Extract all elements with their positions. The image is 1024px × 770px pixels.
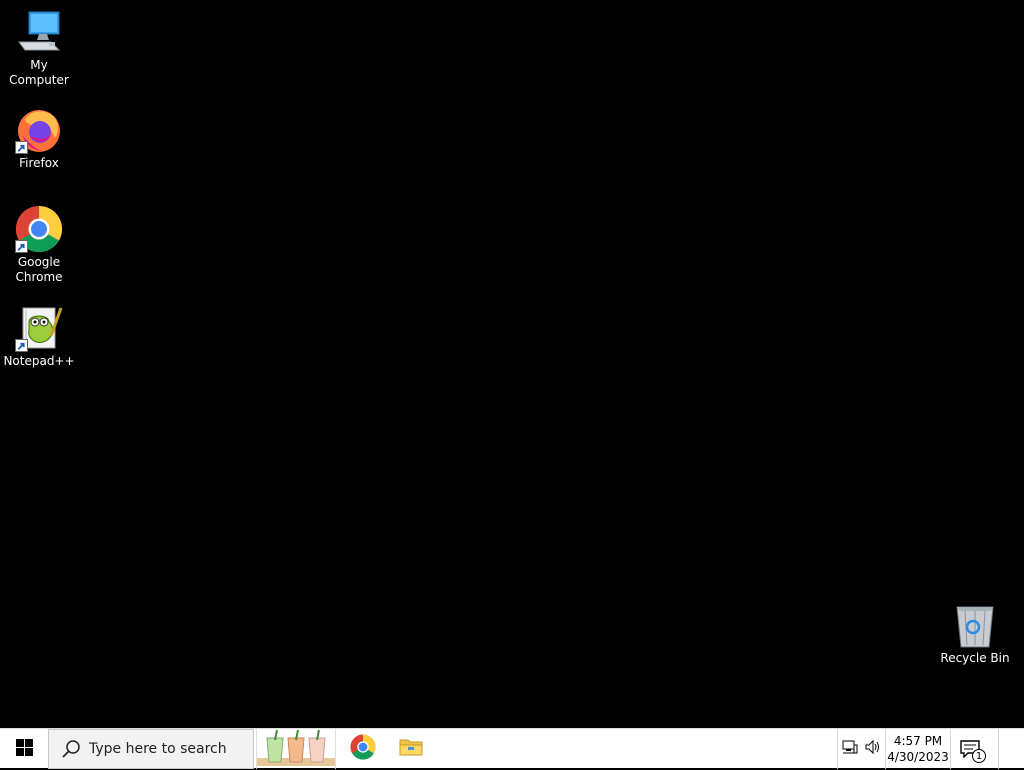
windows-logo-icon bbox=[15, 738, 33, 760]
search-placeholder: Type here to search bbox=[89, 741, 227, 757]
firefox-icon bbox=[15, 106, 63, 154]
desktop-icon-label: My Computer bbox=[9, 58, 69, 87]
taskbar-pinned-bubble-tea[interactable] bbox=[256, 729, 336, 769]
volume-icon bbox=[865, 739, 881, 759]
desktop-icon-label: Google Chrome bbox=[15, 255, 63, 284]
desktop-icon-label: Notepad++ bbox=[3, 354, 75, 368]
bubble-tea-icon bbox=[257, 728, 335, 770]
notification-count-badge: 1 bbox=[972, 749, 986, 763]
taskbar-clock[interactable]: 4:57 PM 4/30/2023 bbox=[886, 729, 950, 769]
network-icon bbox=[842, 739, 858, 759]
taskbar-file-explorer-button[interactable] bbox=[388, 729, 434, 769]
notification-icon: 1 bbox=[950, 729, 990, 769]
search-icon bbox=[61, 739, 81, 759]
desktop-icon-recycle-bin[interactable]: Recycle Bin bbox=[937, 601, 1013, 666]
clock-date: 4/30/2023 bbox=[887, 750, 949, 764]
start-button[interactable] bbox=[0, 729, 48, 769]
chrome-icon bbox=[15, 205, 63, 253]
tray-network-button[interactable] bbox=[838, 729, 862, 769]
chrome-icon bbox=[350, 734, 376, 764]
notepadpp-icon bbox=[15, 304, 63, 352]
taskbar-chrome-button[interactable] bbox=[340, 729, 386, 769]
recycle-bin-icon bbox=[951, 601, 999, 649]
desktop-icon-notepadpp[interactable]: Notepad++ bbox=[1, 304, 77, 369]
show-desktop-button[interactable] bbox=[998, 729, 1024, 769]
clock-time: 4:57 PM bbox=[893, 734, 943, 748]
desktop: My Computer Firefox Google Chrome Notepa… bbox=[0, 0, 1024, 728]
taskbar-search-box[interactable]: Type here to search bbox=[48, 729, 254, 769]
desktop-icon-firefox[interactable]: Firefox bbox=[1, 106, 77, 171]
tray-volume-button[interactable] bbox=[862, 729, 884, 769]
desktop-icon-label: Recycle Bin bbox=[940, 651, 1010, 665]
file-explorer-icon bbox=[399, 737, 423, 761]
action-center-button[interactable]: 1 bbox=[950, 729, 990, 769]
desktop-icon-my-computer[interactable]: My Computer bbox=[1, 8, 77, 88]
shortcut-arrow-icon bbox=[15, 240, 28, 253]
taskbar: Type here to search 4:57 PM 4/30/2023 1 bbox=[0, 728, 1024, 769]
shortcut-arrow-icon bbox=[15, 141, 28, 154]
desktop-icon-google-chrome[interactable]: Google Chrome bbox=[1, 205, 77, 285]
computer-icon bbox=[15, 8, 63, 56]
shortcut-arrow-icon bbox=[15, 339, 28, 352]
